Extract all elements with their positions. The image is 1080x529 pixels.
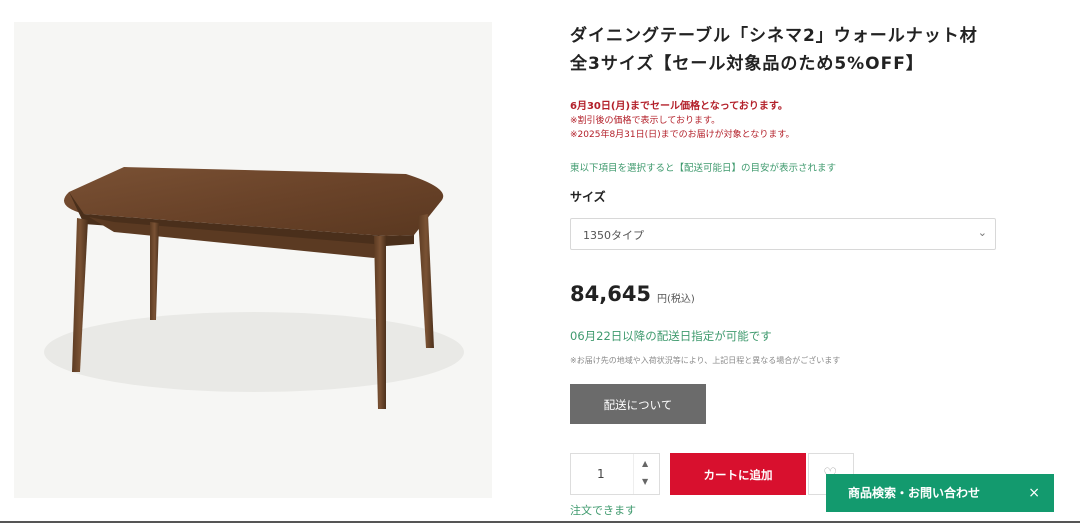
quantity-stepper[interactable]: 1 ▲ ▼	[570, 453, 660, 495]
price-unit: 円(税込)	[657, 294, 695, 305]
chevron-down-icon: ⌄	[977, 226, 987, 239]
sale-notice-line2: ※割引後の価格で表示しております。	[570, 116, 721, 126]
order-status: 注文できます	[570, 504, 636, 517]
price-amount: 84,645	[570, 282, 652, 306]
quantity-value[interactable]: 1	[597, 467, 605, 481]
bottom-divider	[0, 521, 1080, 523]
contact-bar-label[interactable]: 商品検索・お問い合わせ	[848, 486, 980, 500]
size-select-value: 1350タイプ	[583, 229, 644, 242]
shipping-info-button[interactable]: 配送について	[570, 384, 706, 424]
product-title: ダイニングテーブル「シネマ2」ウォールナット材 全3サイズ【セール対象品のため5…	[570, 26, 978, 74]
close-icon[interactable]: ×	[1028, 474, 1040, 512]
sale-notice-line3: ※2025年8月31日(日)までのお届けが対象となります。	[570, 130, 795, 140]
table-image	[44, 167, 464, 409]
sale-notice: 6月30日(月)までセール価格となっております。 ※割引後の価格で表示しておりま…	[570, 100, 794, 142]
decrement-icon[interactable]: ▼	[642, 477, 648, 486]
delivery-sub-note: ※お届け先の地域や入荷状況等により、上記日程と異なる場合がございます	[570, 356, 841, 365]
delivery-date-note: 06月22日以降の配送日指定が可能です	[570, 329, 772, 343]
add-to-cart-button[interactable]: カートに追加	[670, 453, 806, 495]
increment-icon[interactable]: ▲	[642, 459, 648, 468]
size-select[interactable]: 1350タイプ ⌄	[570, 218, 996, 250]
quantity-arrows: ▲ ▼	[633, 454, 660, 494]
sale-notice-main: 6月30日(月)までセール価格となっております。	[570, 101, 788, 112]
contact-bar[interactable]: 商品検索・お問い合わせ ×	[826, 474, 1054, 512]
delivery-hint: 東以下項目を選択すると【配送可能日】の目安が表示されます	[570, 163, 837, 174]
product-photo	[14, 22, 492, 498]
size-label: サイズ	[570, 190, 606, 204]
